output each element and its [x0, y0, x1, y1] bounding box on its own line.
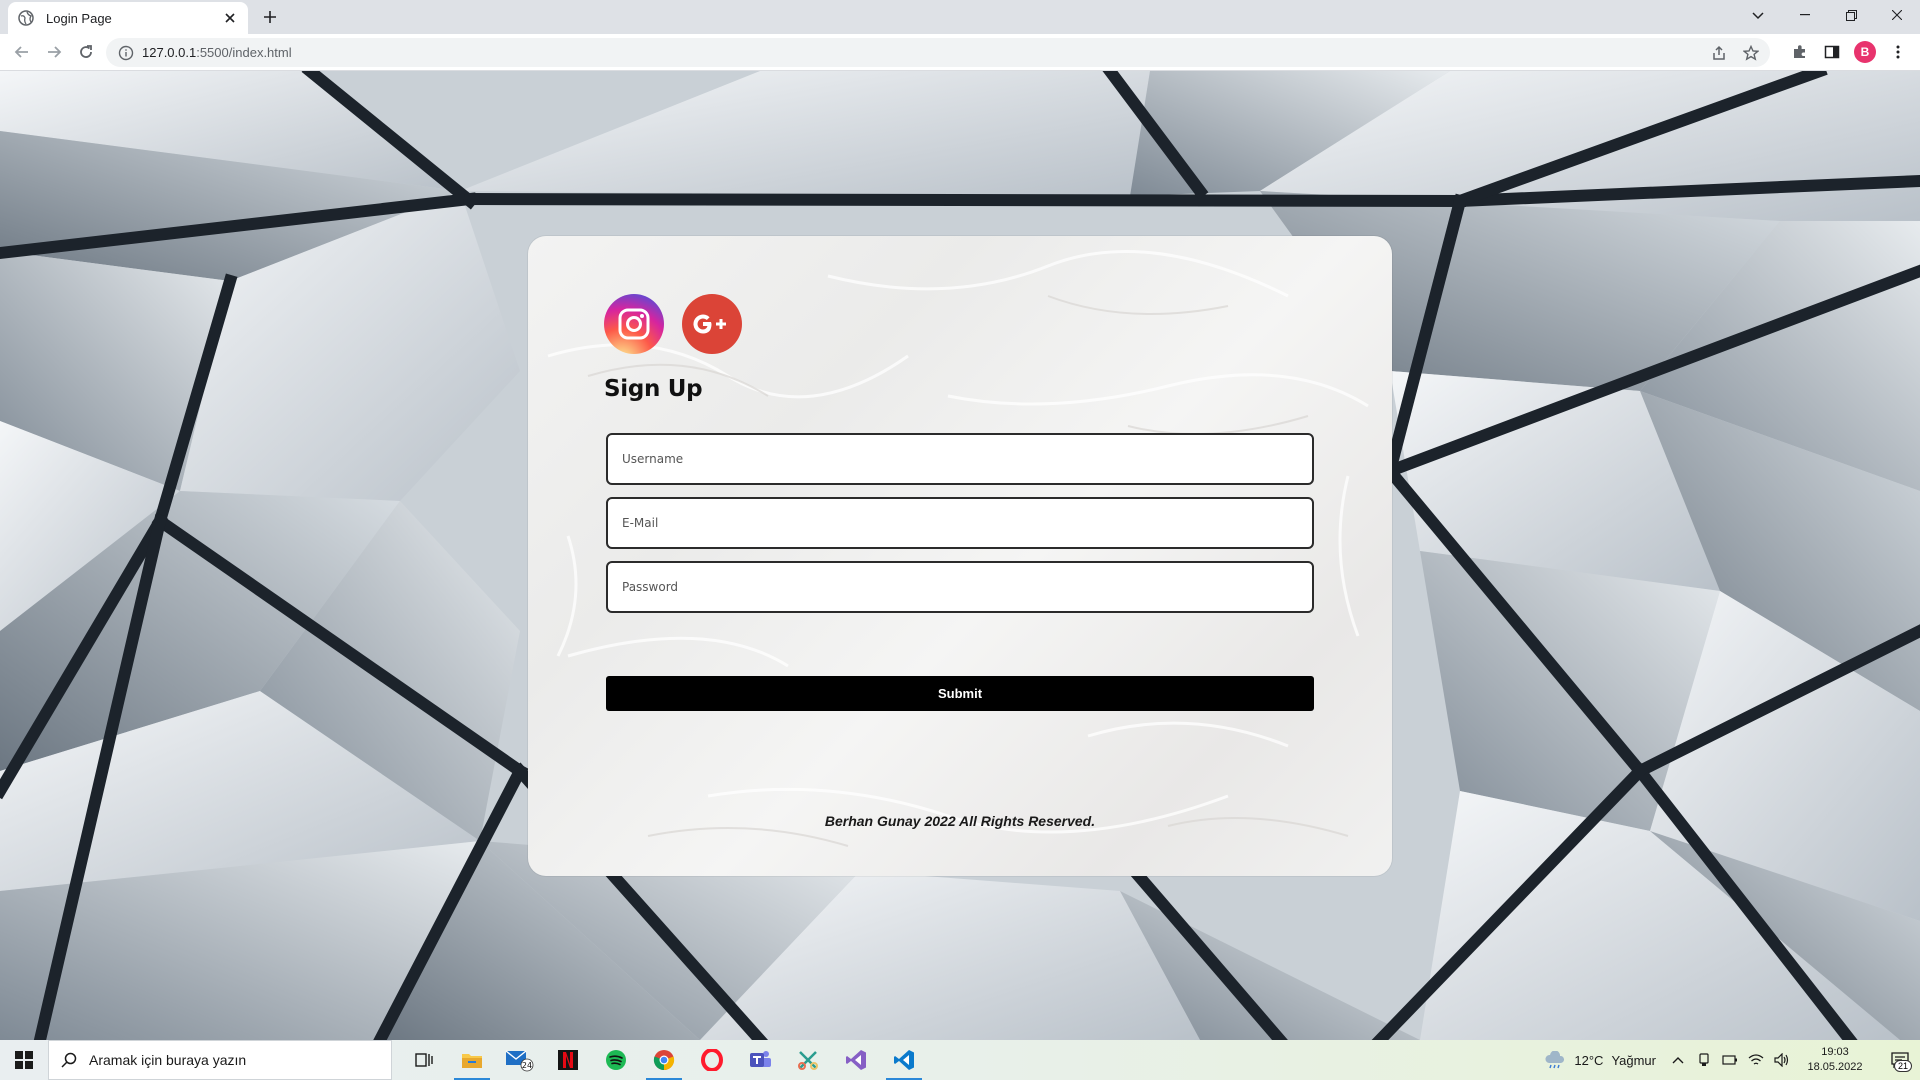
new-tab-button[interactable] [258, 5, 282, 29]
username-field[interactable] [606, 433, 1314, 485]
spotify-icon[interactable] [592, 1040, 640, 1080]
email-field[interactable] [606, 497, 1314, 549]
notification-center-button[interactable]: 21 [1880, 1040, 1920, 1080]
url-host: 127.0.0.1 [142, 45, 197, 60]
restore-button[interactable] [1828, 0, 1874, 30]
netflix-icon[interactable] [544, 1040, 592, 1080]
google-plus-icon[interactable] [682, 294, 742, 354]
windows-logo-icon [15, 1051, 33, 1069]
reload-button[interactable] [74, 40, 98, 64]
extensions-area: B [1790, 40, 1908, 64]
more-menu-icon[interactable] [1888, 40, 1908, 64]
signup-card: Sign Up Submit Berhan Gunay 2022 All Rig… [528, 236, 1392, 876]
password-field[interactable] [606, 561, 1314, 613]
browser-toolbar: 127.0.0.1:5500/index.html B [0, 34, 1920, 71]
rain-cloud-icon [1545, 1051, 1565, 1069]
clock[interactable]: 19:03 18.05.2022 [1800, 1045, 1870, 1075]
bookmark-star-icon[interactable] [1742, 44, 1760, 62]
omnibox-actions [1710, 44, 1760, 62]
snipping-tool-icon[interactable] [784, 1040, 832, 1080]
pinned-apps: 24 [400, 1040, 928, 1080]
submit-button[interactable]: Submit [606, 676, 1314, 711]
minimize-button[interactable] [1782, 0, 1828, 30]
search-icon [61, 1052, 77, 1068]
teams-icon[interactable] [736, 1040, 784, 1080]
site-info-icon[interactable] [118, 45, 134, 61]
file-explorer-icon[interactable] [448, 1040, 496, 1080]
clock-date: 18.05.2022 [1807, 1061, 1863, 1073]
taskbar-search[interactable]: Aramak için buraya yazın [48, 1040, 392, 1080]
tab-title: Login Page [46, 10, 112, 26]
instagram-icon[interactable] [604, 294, 664, 354]
tab-login-page[interactable]: Login Page [8, 2, 248, 34]
window-controls [1782, 0, 1920, 30]
email-input[interactable] [608, 499, 1312, 547]
forward-button[interactable] [42, 40, 66, 64]
system-tray: 12°C Yağmur 19:03 18.05.2022 21 [1544, 1040, 1920, 1080]
volume-icon[interactable] [1774, 1052, 1790, 1068]
weather-widget[interactable]: 12°C Yağmur [1544, 1051, 1656, 1069]
puzzle-extensions-icon[interactable] [1790, 40, 1810, 64]
opera-icon[interactable] [688, 1040, 736, 1080]
tray-icons [1670, 1052, 1790, 1068]
weather-temp: 12°C [1574, 1052, 1604, 1068]
notification-count: 21 [1893, 1060, 1912, 1072]
page-viewport: Sign Up Submit Berhan Gunay 2022 All Rig… [0, 71, 1920, 1040]
tab-strip: Login Page [0, 0, 1920, 34]
task-view-icon[interactable] [400, 1040, 448, 1080]
profile-avatar[interactable]: B [1854, 41, 1876, 63]
start-button[interactable] [0, 1040, 48, 1080]
username-input[interactable] [608, 435, 1312, 483]
copyright-footer: Berhan Gunay 2022 All Rights Reserved. [824, 813, 1096, 829]
mail-badge: 24 [522, 1061, 532, 1070]
page-title: Sign Up [604, 376, 703, 402]
battery-icon[interactable] [1722, 1052, 1738, 1068]
url-path: :5500/index.html [196, 45, 292, 60]
globe-icon [18, 10, 34, 26]
windows-taskbar: Aramak için buraya yazın 24 12°C Yağmur … [0, 1040, 1920, 1080]
search-placeholder: Aramak için buraya yazın [89, 1052, 247, 1068]
weather-desc: Yağmur [1611, 1052, 1656, 1068]
clock-time: 19:03 [1821, 1046, 1849, 1058]
chevron-up-icon[interactable] [1670, 1052, 1686, 1068]
share-icon[interactable] [1710, 44, 1728, 62]
mail-icon[interactable]: 24 [496, 1040, 544, 1080]
side-panel-icon[interactable] [1822, 40, 1842, 64]
tab-search-chevron-icon[interactable] [1746, 4, 1770, 28]
social-links [604, 294, 742, 354]
password-input[interactable] [608, 563, 1312, 611]
back-button[interactable] [10, 40, 34, 64]
visual-studio-icon[interactable] [832, 1040, 880, 1080]
close-tab-icon[interactable] [222, 10, 238, 26]
vscode-icon[interactable] [880, 1040, 928, 1080]
close-window-button[interactable] [1874, 0, 1920, 30]
usb-device-icon[interactable] [1696, 1052, 1712, 1068]
chrome-icon[interactable] [640, 1040, 688, 1080]
wifi-icon[interactable] [1748, 1052, 1764, 1068]
url-text[interactable]: 127.0.0.1:5500/index.html [142, 45, 292, 60]
address-bar[interactable]: 127.0.0.1:5500/index.html [106, 38, 1770, 67]
